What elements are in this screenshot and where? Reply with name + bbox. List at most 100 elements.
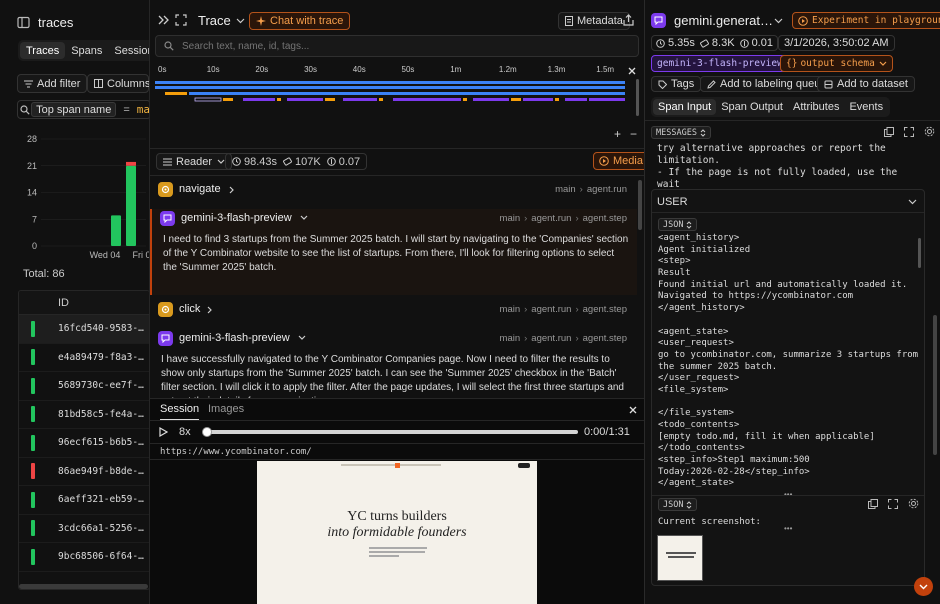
expand-icon[interactable]: [904, 127, 914, 137]
reader-view-select[interactable]: Reader: [156, 153, 233, 170]
content-scrollbar[interactable]: [918, 238, 921, 268]
tab-span-input[interactable]: Span Input: [653, 99, 717, 115]
tab-spans[interactable]: Spans: [65, 42, 108, 59]
table-row[interactable]: 86ae949f-b8de-…: [19, 458, 149, 486]
timeline-span-bar[interactable]: [189, 92, 625, 95]
timeline-span-bar[interactable]: [243, 98, 275, 101]
trace-id-cell[interactable]: 3cdc66a1-5256-…: [58, 523, 144, 534]
expand-icon[interactable]: [888, 499, 898, 509]
playback-speed[interactable]: 8x: [179, 426, 191, 438]
json-format-select[interactable]: JSON: [658, 218, 698, 231]
table-row[interactable]: 3cdc66a1-5256-…: [19, 515, 149, 543]
metadata-button[interactable]: Metadata: [558, 12, 630, 30]
span-list-scrollbar[interactable]: [638, 180, 642, 230]
trace-id-cell[interactable]: 86ae949f-b8de-…: [58, 466, 144, 477]
chevron-right-icon[interactable]: [229, 186, 234, 194]
chat-with-trace-button[interactable]: Chat with trace: [249, 12, 351, 30]
trace-search-bar[interactable]: [155, 35, 639, 57]
trace-id-cell[interactable]: e4a89479-f8a3-…: [58, 352, 144, 363]
playback-track[interactable]: [202, 427, 578, 437]
collapse-chevrons-icon[interactable]: [158, 14, 170, 26]
timeline-span-bar[interactable]: [155, 86, 625, 89]
add-filter-button[interactable]: Add filter: [17, 74, 88, 93]
span-row[interactable]: gemini-3-flash-preview main › agent.run › age…: [150, 329, 637, 398]
trace-title-dropdown[interactable]: Trace: [198, 12, 245, 29]
span-row[interactable]: click main › agent.run › agent.step: [150, 300, 637, 324]
scroll-down-button[interactable]: [914, 577, 933, 596]
trace-id-cell[interactable]: 96ecf615-b6b5-…: [58, 437, 144, 448]
table-row[interactable]: e4a89479-f8a3-…: [19, 344, 149, 372]
trace-id-cell[interactable]: 9bc68506-6f64-…: [58, 551, 144, 562]
table-row[interactable]: 16fcd540-9583-…: [19, 315, 149, 344]
trace-search-input[interactable]: [182, 40, 622, 52]
playback-scrubber[interactable]: [202, 427, 212, 437]
add-to-dataset-button[interactable]: Add to dataset: [817, 76, 915, 92]
timeline-span-bar[interactable]: [343, 98, 377, 101]
timeline-selected-span[interactable]: [194, 97, 222, 102]
gear-icon[interactable]: [908, 498, 919, 509]
add-to-labeling-queue-button[interactable]: Add to labeling queue: [700, 76, 834, 92]
zoom-in-icon[interactable]: +: [614, 127, 621, 141]
copy-icon[interactable]: [868, 499, 878, 509]
sidebar-toggle-icon[interactable]: [17, 16, 30, 29]
zoom-out-icon[interactable]: −: [630, 127, 637, 141]
tab-events[interactable]: Events: [844, 99, 888, 115]
panel-scrollbar[interactable]: [933, 315, 937, 455]
columns-button[interactable]: Columns: [87, 74, 149, 93]
chevron-down-icon[interactable]: [300, 215, 308, 220]
timeline-span-bar[interactable]: [155, 81, 625, 84]
filter-value-input[interactable]: ma: [137, 103, 149, 116]
copy-icon[interactable]: [884, 127, 894, 137]
trace-id-cell[interactable]: 16fcd540-9583-…: [58, 323, 144, 334]
timeline-span-bar[interactable]: [325, 98, 335, 101]
close-timeline-icon[interactable]: [628, 67, 636, 75]
chevron-down-icon[interactable]: [298, 335, 306, 340]
tab-sessions[interactable]: Sessions: [108, 42, 149, 59]
tab-images[interactable]: Images: [208, 403, 244, 415]
trace-id-cell[interactable]: 6aeff321-eb59-…: [58, 494, 144, 505]
span-row[interactable]: gemini-3-flash-preview main › agent.run › age…: [150, 209, 637, 295]
span-row[interactable]: navigate main › agent.run: [150, 180, 637, 204]
share-icon[interactable]: [623, 14, 634, 26]
table-row[interactable]: 9bc68506-6f64-…: [19, 543, 149, 572]
expand-icon[interactable]: [175, 14, 187, 26]
trace-id-cell[interactable]: 5689730c-ee7f-…: [58, 380, 144, 391]
experiment-playground-button[interactable]: Experiment in playground: [792, 12, 940, 29]
timeline-span-bar[interactable]: [287, 98, 323, 101]
chevron-down-icon[interactable]: [774, 18, 783, 24]
timeline-span-bar[interactable]: [555, 98, 559, 101]
trace-id-cell[interactable]: 81bd58c5-fe4a-…: [58, 409, 144, 420]
timeline-span-bar[interactable]: [473, 98, 509, 101]
filter-operator[interactable]: =: [116, 104, 136, 116]
close-player-icon[interactable]: [629, 406, 637, 414]
media-button[interactable]: Media: [593, 152, 644, 170]
tab-attributes[interactable]: Attributes: [788, 99, 844, 115]
chevron-right-icon[interactable]: [207, 306, 212, 314]
tab-span-output[interactable]: Span Output: [716, 99, 788, 115]
messages-format-select[interactable]: MESSAGES: [651, 126, 711, 139]
json-format-select[interactable]: JSON: [658, 498, 698, 511]
table-row[interactable]: 96ecf615-b6b5-…: [19, 429, 149, 458]
timeline-scrollbar[interactable]: [636, 79, 639, 116]
histogram-bar[interactable]: [126, 165, 136, 246]
timeline-span-bar[interactable]: [463, 98, 467, 101]
output-schema-select[interactable]: {} output schema: [780, 55, 893, 72]
timeline-span-bar[interactable]: [427, 98, 461, 101]
table-row[interactable]: 5689730c-ee7f-…: [19, 372, 149, 401]
histogram-error-bar[interactable]: [126, 161, 136, 166]
screenshot-thumbnail[interactable]: [657, 535, 703, 581]
timeline-span-bar[interactable]: [523, 98, 553, 101]
tab-session[interactable]: Session: [160, 403, 200, 421]
chevron-down-icon[interactable]: [908, 199, 917, 205]
timeline-gantt[interactable]: [155, 79, 627, 109]
tab-traces[interactable]: Traces: [20, 42, 66, 59]
timeline-span-bar[interactable]: [511, 98, 521, 101]
timeline-span-bar[interactable]: [165, 92, 187, 95]
table-row[interactable]: 81bd58c5-fe4a-…: [19, 401, 149, 429]
play-icon[interactable]: [159, 427, 168, 437]
table-horizontal-scrollbar[interactable]: [19, 584, 148, 589]
histogram-bar[interactable]: [111, 215, 121, 246]
table-row[interactable]: 6aeff321-eb59-…: [19, 486, 149, 515]
timeline-span-bar[interactable]: [393, 98, 429, 101]
filter-field-select[interactable]: Top span name: [31, 102, 117, 117]
